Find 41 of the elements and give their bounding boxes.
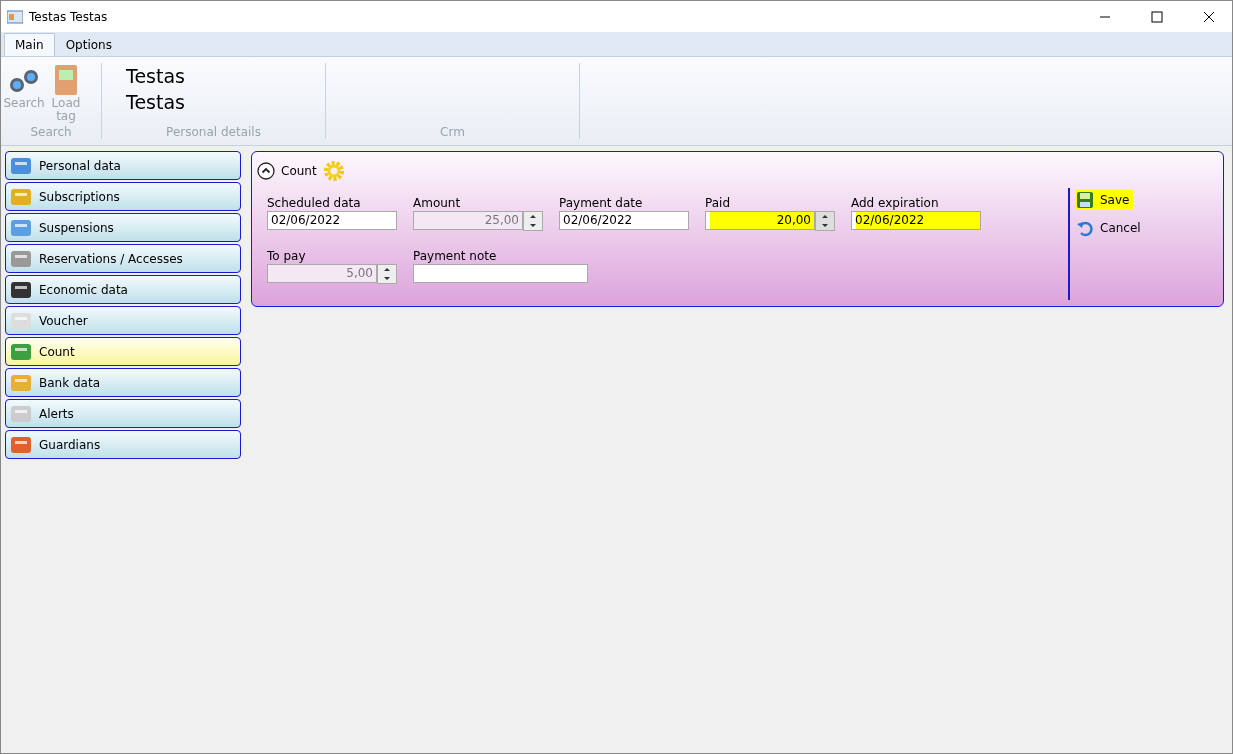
sidebar-item[interactable]: Voucher <box>5 306 241 335</box>
ribbon-tab[interactable]: Options <box>54 33 123 56</box>
ribbon-tab[interactable]: Main <box>4 33 55 56</box>
person-name: Testas <box>125 64 185 89</box>
maximize-icon[interactable] <box>1151 10 1163 23</box>
input-field[interactable]: 02/06/2022 <box>267 211 397 230</box>
person-name: Testas <box>125 90 185 115</box>
field-label: Payment note <box>413 249 498 263</box>
field-label: To pay <box>267 249 307 263</box>
sidebar-item[interactable]: Economic data <box>5 275 241 304</box>
book-icon <box>53 63 79 97</box>
sidebar-item[interactable]: Personal data <box>5 151 241 180</box>
spin-buttons[interactable] <box>523 211 543 231</box>
group-label: Crm <box>440 125 465 139</box>
sidebar-item[interactable]: Count <box>5 337 241 366</box>
sidebar-item[interactable]: Reservations / Accesses <box>5 244 241 273</box>
action-button[interactable]: Save <box>1076 190 1134 210</box>
group-label: Personal details <box>166 125 261 139</box>
sidebar-item[interactable]: Alerts <box>5 399 241 428</box>
sidebar-item[interactable]: Suspensions <box>5 213 241 242</box>
panel-title: Count <box>281 164 317 178</box>
sidebar-item[interactable]: Bank data <box>5 368 241 397</box>
field-label: Amount <box>413 196 462 210</box>
input-field[interactable]: 20,00 <box>705 211 815 230</box>
input-field[interactable] <box>413 264 588 283</box>
sidebar-item[interactable]: Subscriptions <box>5 182 241 211</box>
field-label: Scheduled data <box>267 196 362 210</box>
spin-buttons[interactable] <box>377 264 397 284</box>
group-label: Search <box>30 125 72 139</box>
collapse-icon[interactable] <box>257 162 275 180</box>
spin-buttons[interactable] <box>815 211 835 231</box>
undo-icon <box>1076 219 1094 237</box>
action-button[interactable]: Cancel <box>1076 218 1145 238</box>
window-title: Testas Testas <box>29 9 109 24</box>
input-field[interactable]: 02/06/2022 <box>559 211 689 230</box>
sidebar-item[interactable]: Guardians <box>5 430 241 459</box>
close-icon[interactable] <box>1203 10 1215 23</box>
gear-icon <box>322 160 345 182</box>
field-label: Payment date <box>559 196 644 210</box>
field-label: Add expiration <box>851 196 940 210</box>
field-label: Paid <box>705 196 731 210</box>
